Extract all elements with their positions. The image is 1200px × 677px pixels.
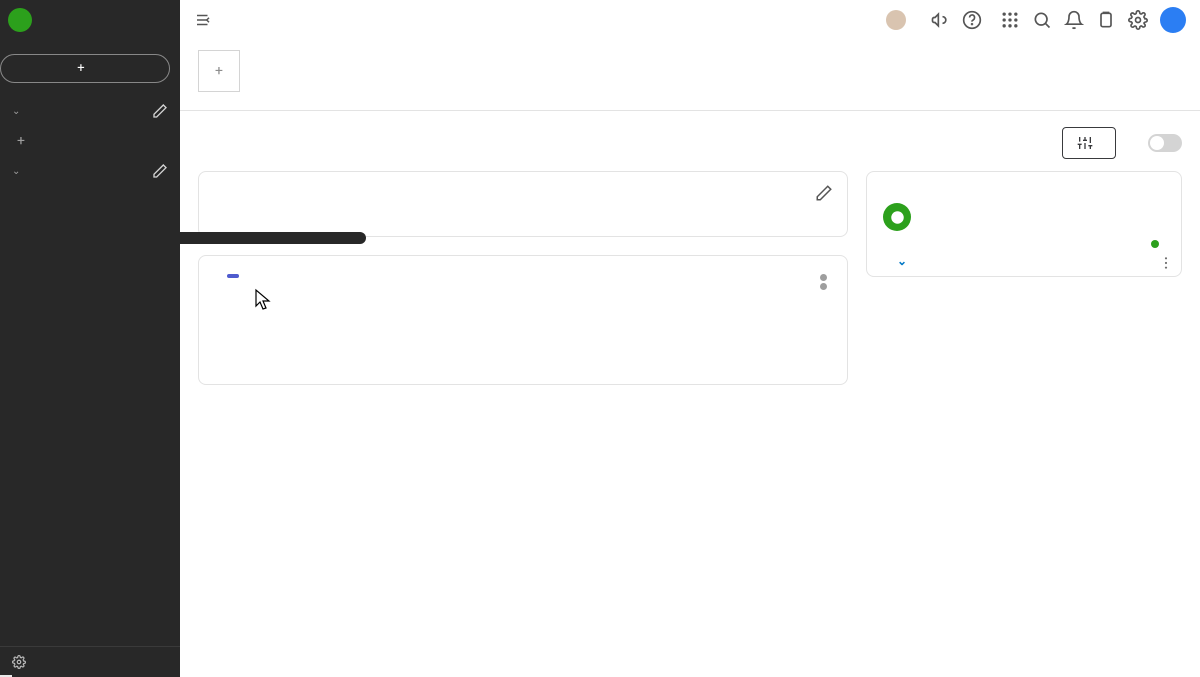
plus-icon: + xyxy=(14,133,28,149)
help-icon[interactable] xyxy=(962,10,982,30)
dot-icon xyxy=(820,274,827,281)
gear-icon[interactable] xyxy=(1128,10,1148,30)
dashboard-controls xyxy=(180,111,1200,171)
bookmark-this-page[interactable]: + xyxy=(0,125,180,157)
pencil-icon[interactable] xyxy=(815,184,833,202)
search-icon[interactable] xyxy=(1032,10,1052,30)
go-to-registers-link[interactable]: ⌄ xyxy=(883,254,1165,268)
pencil-icon[interactable] xyxy=(152,103,168,119)
topbar xyxy=(180,0,1200,40)
payroll-flyout xyxy=(180,232,366,244)
add-logo-button[interactable]: + xyxy=(198,50,240,92)
bell-icon[interactable] xyxy=(1064,10,1084,30)
brand[interactable] xyxy=(0,0,180,40)
menu-header[interactable]: ⌄ xyxy=(0,157,180,185)
menu-settings[interactable] xyxy=(0,646,180,677)
cashflow-legend xyxy=(815,274,827,292)
cashflow-card xyxy=(198,255,848,385)
user-avatar[interactable] xyxy=(1160,7,1186,33)
tabs xyxy=(180,92,1200,111)
expert-avatar-icon xyxy=(886,10,906,30)
customize-layout-button[interactable] xyxy=(1062,127,1116,159)
apps-grid-icon[interactable] xyxy=(1000,10,1020,30)
main-area: + xyxy=(180,0,1200,677)
collapse-sidebar-icon[interactable] xyxy=(194,11,212,29)
dot-icon xyxy=(820,283,827,290)
bookmarks-header[interactable]: ⌄ xyxy=(0,97,180,125)
kebab-icon[interactable] xyxy=(1158,255,1174,271)
shortcuts-card xyxy=(198,171,848,237)
smart-quickbooks-badge xyxy=(883,240,1161,248)
sample-badge xyxy=(227,274,239,278)
quickbooks-icon xyxy=(883,203,911,231)
chevron-down-icon: ⌄ xyxy=(12,166,21,177)
company-header: + xyxy=(180,40,1200,92)
nav-list xyxy=(0,185,180,646)
brand-mark-icon xyxy=(8,8,32,32)
bank-accounts-card: ⌄ xyxy=(866,171,1182,277)
chevron-down-icon: ⌄ xyxy=(897,254,907,268)
megaphone-icon[interactable] xyxy=(930,10,950,30)
plus-icon: + xyxy=(215,63,223,80)
pencil-icon[interactable] xyxy=(152,163,168,179)
clipboard-icon[interactable] xyxy=(1096,10,1116,30)
business-financing-row[interactable] xyxy=(883,196,1165,238)
gear-icon xyxy=(12,655,26,669)
privacy-toggle[interactable] xyxy=(1148,134,1182,152)
new-button[interactable] xyxy=(0,54,170,83)
chevron-down-icon: ⌄ xyxy=(12,106,21,117)
sidebar: ⌄ + ⌄ xyxy=(0,0,180,677)
sliders-icon xyxy=(1077,135,1093,151)
